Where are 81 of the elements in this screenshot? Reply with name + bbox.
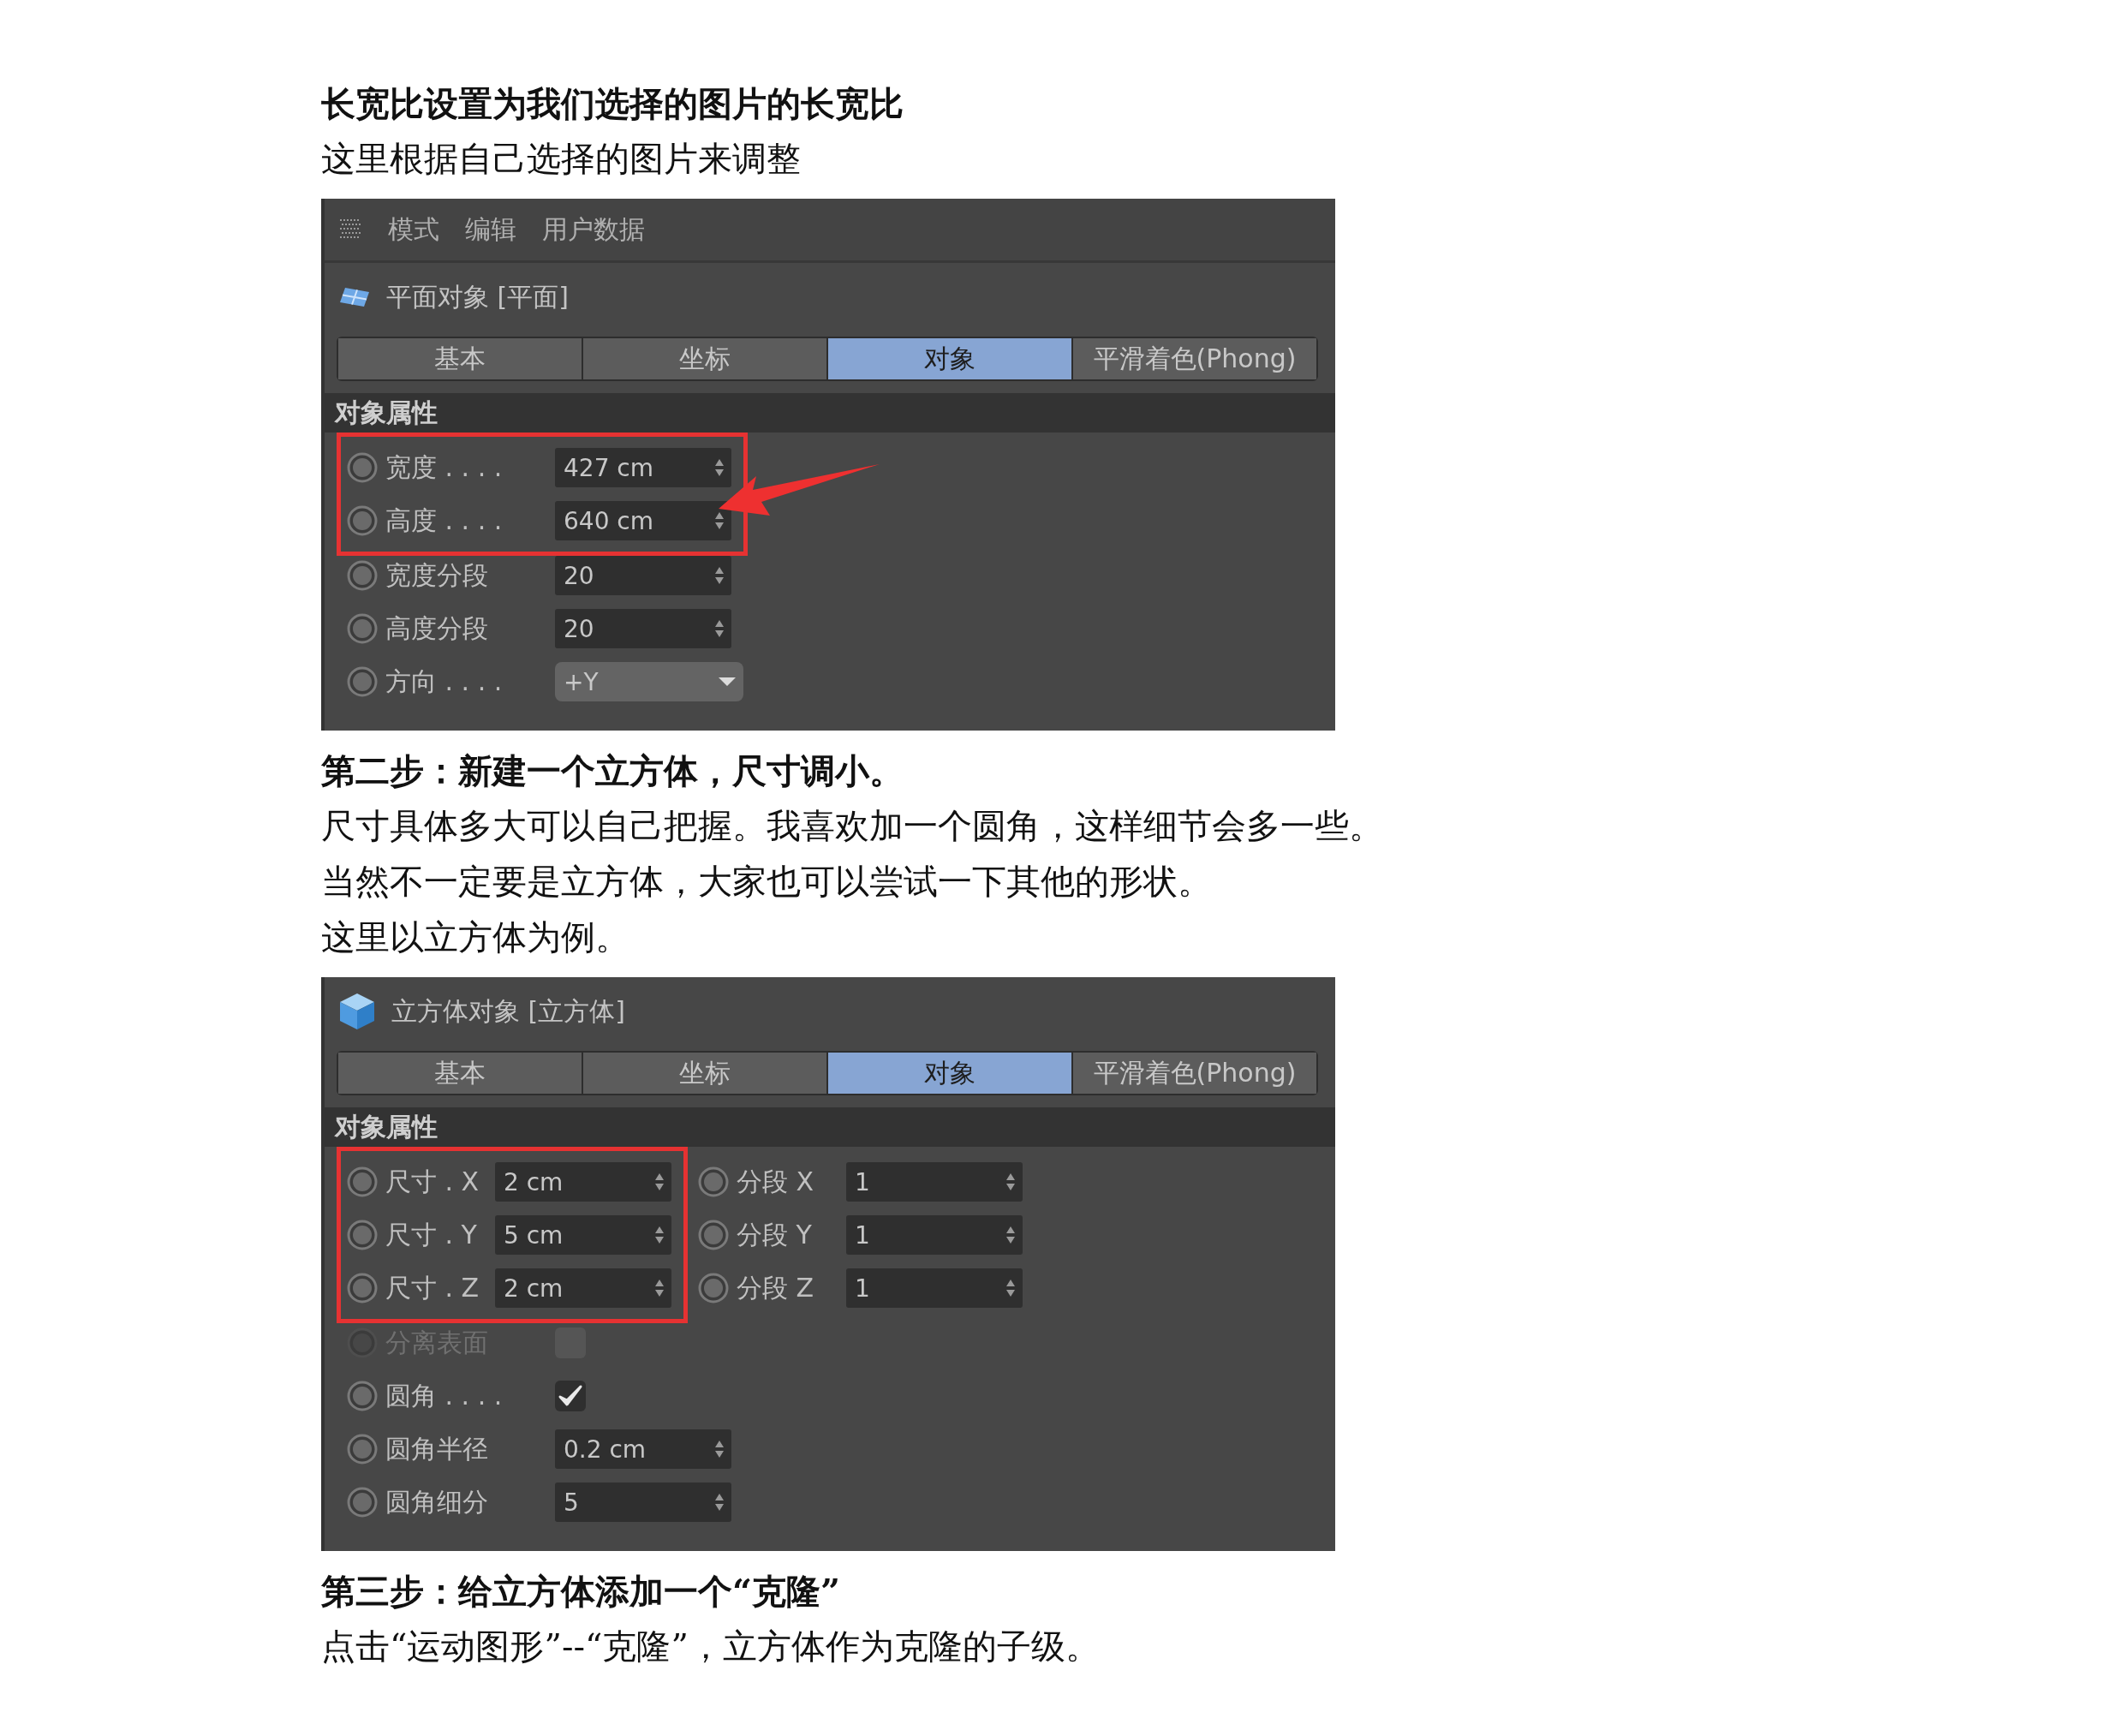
field-label: 尺寸 . X [385,1165,480,1198]
heading: 长宽比设置为我们选择的图片的长宽比 [321,82,904,125]
heading: 第二步：新建一个立方体，尺寸调小。 [321,749,904,792]
field-label: 方向 . . . . [385,665,504,698]
tab[interactable]: 基本 [338,1053,582,1094]
paragraph: 这里根据自己选择的图片来调整 [321,138,802,180]
radio-icon[interactable] [346,1272,379,1304]
number-field[interactable]: 640 cm [555,501,731,540]
spinner-icon[interactable] [714,510,725,531]
spinner-icon[interactable] [714,618,725,639]
field-label: 圆角 . . . . [385,1379,504,1412]
number-field[interactable]: 1 [846,1215,1023,1255]
spinner-icon[interactable] [654,1225,665,1245]
menu-item[interactable]: 编辑 [465,212,516,248]
dropdown[interactable]: +Y [555,662,743,701]
spinner-icon[interactable] [1005,1172,1016,1192]
field-label: 分段 X [737,1165,815,1198]
radio-icon[interactable] [346,665,379,698]
radio-icon[interactable] [346,451,379,484]
radio-icon[interactable] [346,1380,379,1412]
tab[interactable]: 基本 [338,338,582,379]
paragraph: 当然不一定要是立方体，大家也可以尝试一下其他的形状。 [321,861,1213,903]
caret-icon [718,677,737,687]
field-label: 宽度 . . . . [385,450,504,484]
number-field[interactable]: 427 cm [555,448,731,487]
radio-icon[interactable] [346,504,379,537]
field-label: 尺寸 . Z [385,1271,480,1304]
number-field[interactable]: 2 cm [495,1268,671,1308]
tab[interactable]: 平滑着色(Phong) [1073,1053,1316,1094]
tab[interactable]: 对象 [828,1053,1071,1094]
number-field[interactable]: 20 [555,556,731,595]
paragraph: 尺寸具体多大可以自己把握。我喜欢加一个圆角，这样细节会多一些。 [321,805,1384,847]
radio-icon[interactable] [346,1433,379,1465]
radio-icon[interactable] [697,1219,730,1251]
section-header: 对象属性 [325,393,1335,433]
paragraph: 点击“运动图形”--“克隆”，立方体作为克隆的子级。 [321,1626,1101,1667]
spinner-icon[interactable] [714,1492,725,1512]
number-field[interactable]: 20 [555,609,731,648]
tab[interactable]: 对象 [828,338,1071,379]
object-title: 平面对象 [平面] [386,280,569,313]
spinner-icon[interactable] [654,1172,665,1192]
menu-item[interactable]: 用户数据 [542,212,645,248]
field-label: 分段 Y [737,1218,813,1251]
number-field[interactable]: 0.2 cm [555,1429,731,1469]
field-label: 尺寸 . Y [385,1218,478,1251]
tab[interactable]: 坐标 [583,338,826,379]
radio-icon[interactable] [346,1166,379,1198]
field-label: 分段 Z [737,1271,815,1304]
radio-icon[interactable] [346,1219,379,1251]
section-header: 对象属性 [325,1107,1335,1147]
spinner-icon[interactable] [654,1278,665,1298]
number-field[interactable]: 1 [846,1268,1023,1308]
radio-icon[interactable] [697,1272,730,1304]
radio-icon[interactable] [346,612,379,645]
object-title: 立方体对象 [立方体] [391,994,625,1028]
tab[interactable]: 坐标 [583,1053,826,1094]
field-label: 宽度分段 [385,558,489,592]
spinner-icon[interactable] [714,565,725,586]
field-label: 高度 . . . . [385,504,504,537]
number-field[interactable]: 1 [846,1162,1023,1202]
heading: 第三步：给立方体添加一个“克隆” [321,1570,841,1613]
number-field[interactable]: 2 cm [495,1162,671,1202]
spinner-icon[interactable] [714,1439,725,1459]
tab[interactable]: 平滑着色(Phong) [1073,338,1316,379]
number-field[interactable]: 5 [555,1482,731,1522]
grip-icon[interactable] [340,219,362,240]
cube-icon [338,992,376,1031]
field-label: 圆角细分 [385,1485,489,1518]
spinner-icon[interactable] [1005,1278,1016,1298]
checkbox[interactable] [555,1381,586,1411]
menu-item[interactable]: 模式 [388,212,439,248]
number-field[interactable]: 5 cm [495,1215,671,1255]
paragraph: 这里以立方体为例。 [321,916,630,958]
field-label: 高度分段 [385,611,489,645]
field-label: 圆角半径 [385,1432,489,1465]
radio-icon[interactable] [697,1166,730,1198]
radio-icon[interactable] [346,559,379,592]
radio-icon[interactable] [346,1486,379,1518]
spinner-icon[interactable] [714,457,725,478]
spinner-icon[interactable] [1005,1225,1016,1245]
check-icon [558,1384,583,1408]
